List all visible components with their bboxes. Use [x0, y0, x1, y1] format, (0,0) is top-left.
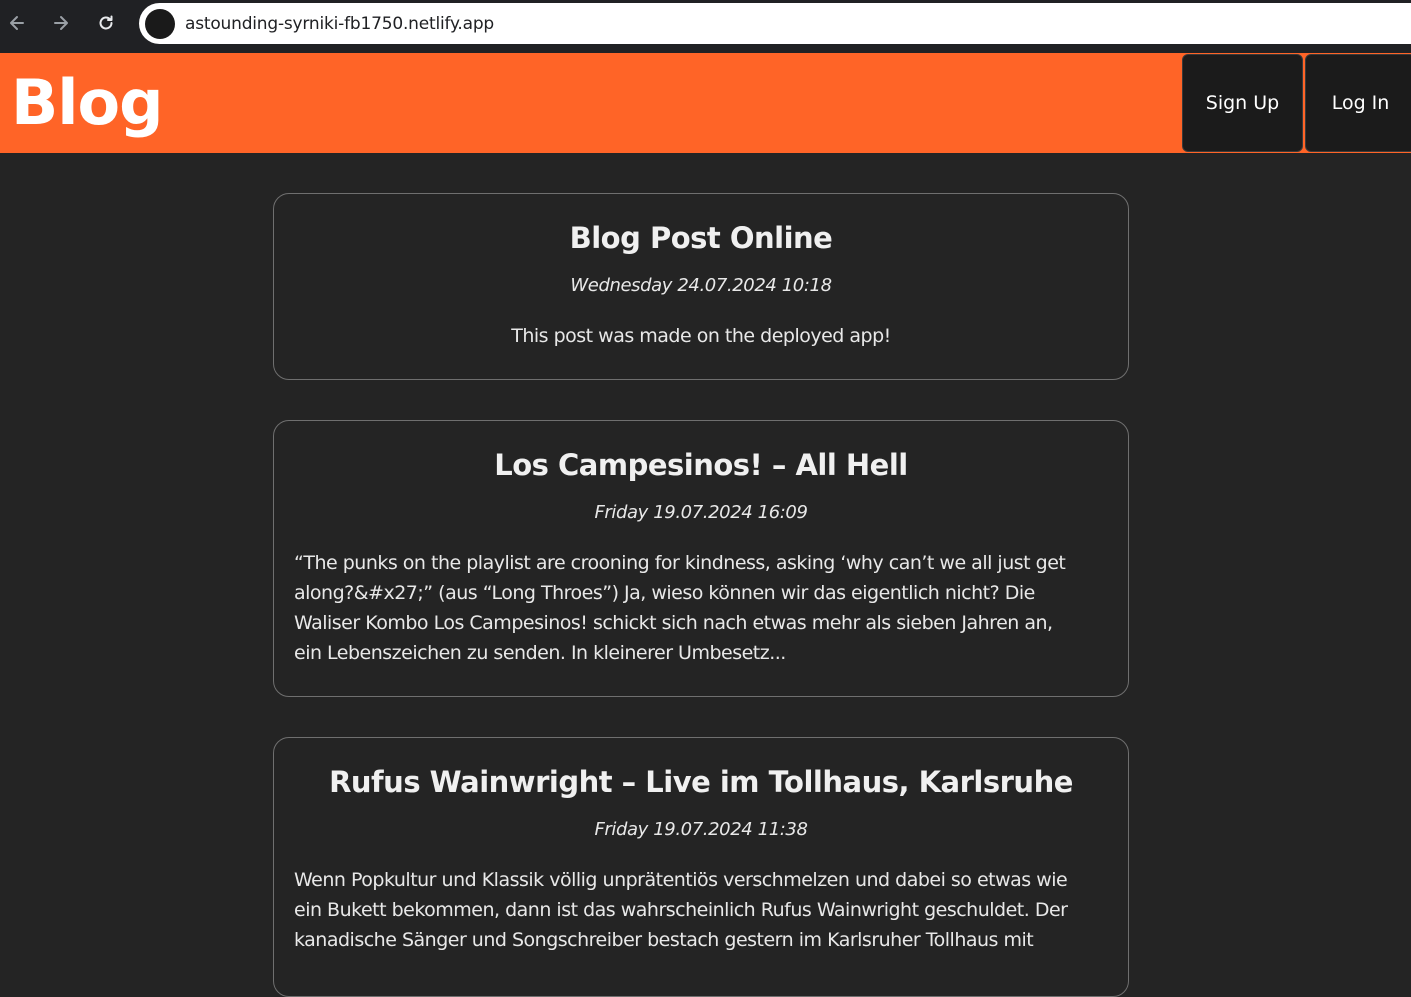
url-text: astounding-syrniki-fb1750.netlify.app — [185, 13, 495, 34]
post-excerpt-line: “The punks on the playlist are crooning … — [294, 552, 1066, 574]
post-date: Friday 19.07.2024 11:38 — [594, 819, 808, 840]
site-info-icon[interactable] — [145, 8, 175, 39]
post-date: Friday 19.07.2024 16:09 — [594, 502, 808, 523]
post-title[interactable]: Rufus Wainwright – Live im Tollhaus, Kar… — [294, 763, 1108, 801]
site-title[interactable]: Blog — [11, 67, 163, 139]
post-title[interactable]: Blog Post Online — [294, 219, 1108, 257]
log-in-button[interactable]: Log In — [1305, 54, 1411, 152]
post-excerpt-line: ein Lebenszeichen zu senden. In kleinere… — [294, 642, 786, 664]
reload-icon[interactable] — [92, 9, 120, 37]
post-title[interactable]: Los Campesinos! – All Hell — [294, 446, 1108, 484]
address-bar[interactable]: astounding-syrniki-fb1750.netlify.app — [139, 3, 1411, 44]
browser-toolbar: astounding-syrniki-fb1750.netlify.app — [0, 0, 1411, 53]
post-card[interactable]: Los Campesinos! – All Hell Friday 19.07.… — [273, 420, 1129, 697]
site-header: Blog Sign Up Log In — [0, 53, 1411, 153]
post-card[interactable]: Blog Post Online Wednesday 24.07.2024 10… — [273, 193, 1129, 380]
post-excerpt-line: kanadische Sänger und Songschreiber best… — [294, 929, 1034, 951]
post-excerpt-line: Waliser Kombo Los Campesinos! schickt si… — [294, 612, 1053, 634]
post-excerpt-line: ein Bukett bekommen, dann ist das wahrsc… — [294, 899, 1068, 921]
post-excerpt-line: Wenn Popkultur und Klassik völlig unprät… — [294, 869, 1068, 891]
post-excerpt: This post was made on the deployed app! — [511, 325, 891, 347]
arrow-right-icon[interactable] — [47, 9, 75, 37]
post-card[interactable]: Rufus Wainwright – Live im Tollhaus, Kar… — [273, 737, 1129, 997]
sign-up-button[interactable]: Sign Up — [1182, 54, 1303, 152]
post-excerpt: “The punks on the playlist are crooning … — [294, 548, 1108, 668]
post-excerpt-line: along?&#x27;” (aus “Long Throes”) Ja, wi… — [294, 582, 1035, 604]
post-excerpt: Wenn Popkultur und Klassik völlig unprät… — [294, 865, 1108, 955]
arrow-left-icon[interactable] — [3, 9, 31, 37]
post-date: Wednesday 24.07.2024 10:18 — [570, 275, 832, 296]
